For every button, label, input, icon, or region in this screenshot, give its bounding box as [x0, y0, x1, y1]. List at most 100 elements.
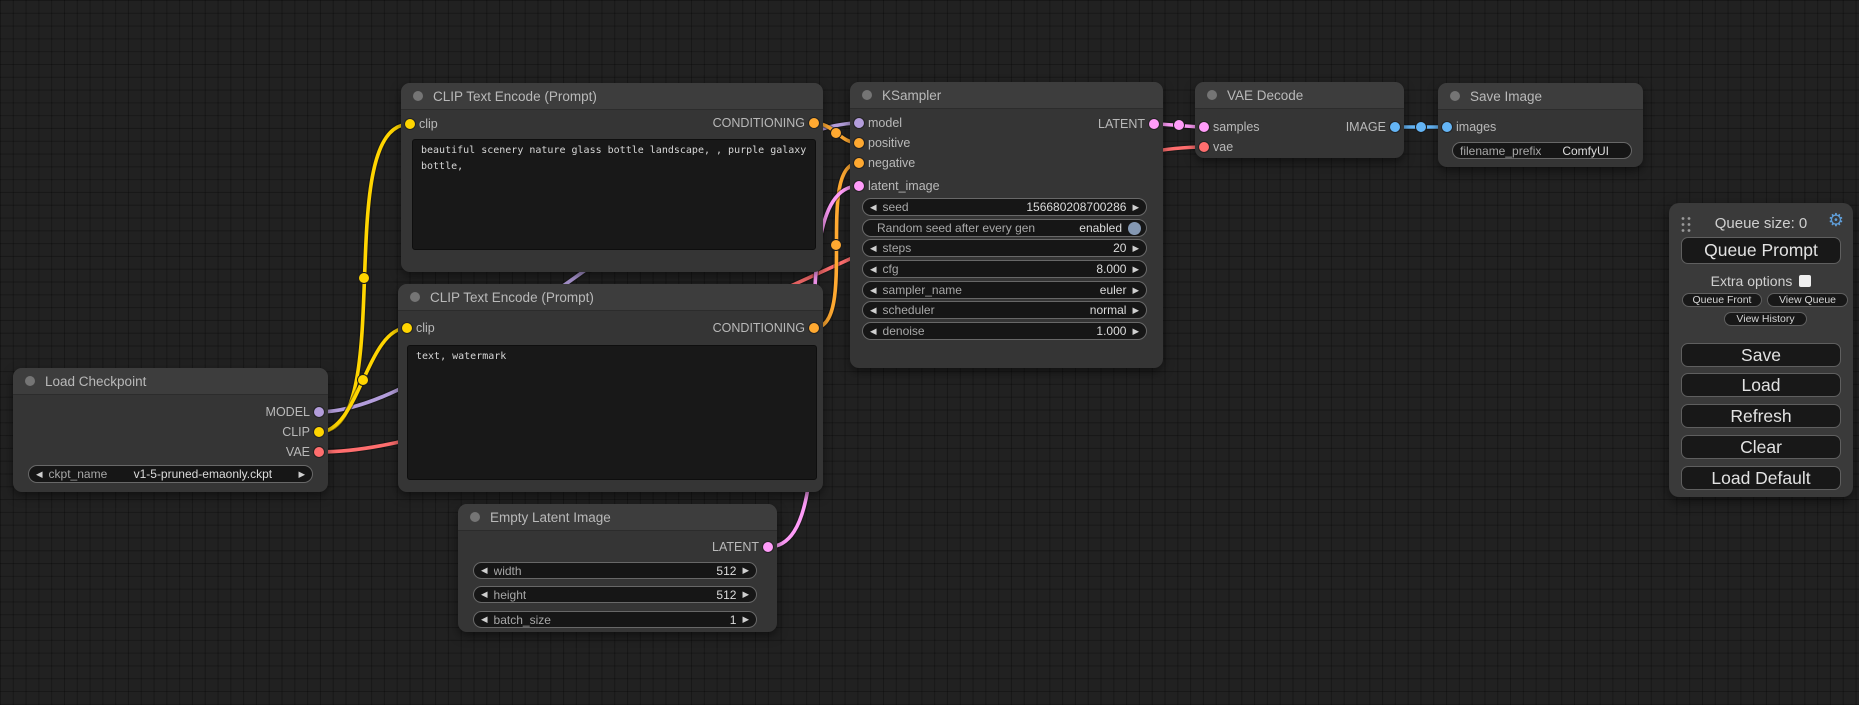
view-queue-button[interactable]: View Queue	[1767, 293, 1848, 307]
image-port-icon[interactable]	[1442, 122, 1452, 132]
scheduler-widget[interactable]: ◀ scheduler normal ▶	[862, 301, 1147, 319]
node-load-checkpoint[interactable]: Load Checkpoint MODEL CLIP VAE ◀ ckpt_na…	[13, 368, 328, 492]
arrow-right-icon[interactable]: ▶	[742, 615, 749, 624]
output-slot-image[interactable]: IMAGE	[1346, 120, 1404, 134]
queue-front-button[interactable]: Queue Front	[1682, 293, 1762, 307]
sampler-name-widget[interactable]: ◀ sampler_name euler ▶	[862, 281, 1147, 299]
arrow-left-icon[interactable]: ◀	[870, 244, 877, 253]
denoise-widget[interactable]: ◀ denoise 1.000 ▶	[862, 322, 1147, 340]
arrow-left-icon[interactable]: ◀	[481, 615, 488, 624]
arrow-right-icon[interactable]: ▶	[298, 470, 305, 479]
input-slot-negative[interactable]: negative	[850, 156, 915, 170]
input-slot-images[interactable]: images	[1438, 120, 1496, 134]
height-widget[interactable]: ◀ height 512 ▶	[473, 586, 757, 603]
extra-options-checkbox[interactable]	[1799, 275, 1811, 287]
cfg-widget[interactable]: ◀ cfg 8.000 ▶	[862, 260, 1147, 278]
arrow-right-icon[interactable]: ▶	[1132, 265, 1139, 274]
input-slot-clip[interactable]: clip	[401, 117, 438, 131]
arrow-left-icon[interactable]: ◀	[870, 306, 877, 315]
filename-prefix-widget[interactable]: filename_prefix ComfyUI	[1452, 142, 1632, 159]
node-graph-canvas[interactable]: Load Checkpoint MODEL CLIP VAE ◀ ckpt_na…	[0, 0, 1859, 705]
arrow-left-icon[interactable]: ◀	[870, 286, 877, 295]
arrow-left-icon[interactable]: ◀	[870, 265, 877, 274]
node-titlebar[interactable]: VAE Decode	[1195, 82, 1404, 109]
save-button[interactable]: Save	[1681, 343, 1841, 367]
node-empty-latent-image[interactable]: Empty Latent Image LATENT ◀ width 512 ▶ …	[458, 504, 777, 632]
latent-port-icon[interactable]	[1199, 122, 1209, 132]
collapse-dot-icon[interactable]	[413, 91, 423, 101]
load-default-button[interactable]: Load Default	[1681, 466, 1841, 490]
collapse-dot-icon[interactable]	[470, 512, 480, 522]
model-port-icon[interactable]	[314, 407, 324, 417]
latent-port-icon[interactable]	[763, 542, 773, 552]
prompt-textarea[interactable]: beautiful scenery nature glass bottle la…	[412, 139, 816, 250]
queue-prompt-button[interactable]: Queue Prompt	[1681, 237, 1841, 264]
arrow-left-icon[interactable]: ◀	[870, 327, 877, 336]
output-slot-clip[interactable]: CLIP	[282, 425, 328, 439]
latent-port-icon[interactable]	[1149, 119, 1159, 129]
conditioning-port-icon[interactable]	[854, 138, 864, 148]
arrow-right-icon[interactable]: ▶	[742, 590, 749, 599]
clear-button[interactable]: Clear	[1681, 435, 1841, 459]
input-slot-latent-image[interactable]: latent_image	[850, 179, 940, 193]
collapse-dot-icon[interactable]	[25, 376, 35, 386]
vae-port-icon[interactable]	[314, 447, 324, 457]
arrow-right-icon[interactable]: ▶	[1132, 203, 1139, 212]
ckpt-name-widget[interactable]: ◀ ckpt_name v1-5-pruned-emaonly.ckpt ▶	[28, 465, 313, 483]
clip-port-icon[interactable]	[405, 119, 415, 129]
arrow-right-icon[interactable]: ▶	[1132, 306, 1139, 315]
collapse-dot-icon[interactable]	[410, 292, 420, 302]
input-slot-vae[interactable]: vae	[1195, 140, 1233, 154]
node-save-image[interactable]: Save Image images filename_prefix ComfyU…	[1438, 83, 1643, 167]
node-vae-decode[interactable]: VAE Decode samples vae IMAGE	[1195, 82, 1404, 158]
prompt-textarea[interactable]: text, watermark	[407, 345, 817, 480]
output-slot-model[interactable]: MODEL	[266, 405, 328, 419]
vae-port-icon[interactable]	[1199, 142, 1209, 152]
arrow-left-icon[interactable]: ◀	[481, 566, 488, 575]
input-slot-positive[interactable]: positive	[850, 136, 910, 150]
node-clip-text-encode-2[interactable]: CLIP Text Encode (Prompt) clip CONDITION…	[398, 284, 823, 492]
node-titlebar[interactable]: Save Image	[1438, 83, 1643, 110]
batch-size-widget[interactable]: ◀ batch_size 1 ▶	[473, 611, 757, 628]
node-ksampler[interactable]: KSampler model positive negative latent_…	[850, 82, 1163, 368]
conditioning-port-icon[interactable]	[854, 158, 864, 168]
collapse-dot-icon[interactable]	[1450, 91, 1460, 101]
width-widget[interactable]: ◀ width 512 ▶	[473, 562, 757, 579]
collapse-dot-icon[interactable]	[1207, 90, 1217, 100]
output-slot-latent[interactable]: LATENT	[1098, 117, 1163, 131]
view-history-button[interactable]: View History	[1724, 312, 1807, 326]
random-seed-toggle-widget[interactable]: Random seed after every gen enabled	[862, 219, 1147, 237]
settings-gear-icon[interactable]: ⚙	[1828, 211, 1844, 229]
toggle-dot-icon[interactable]	[1128, 222, 1141, 235]
output-slot-conditioning[interactable]: CONDITIONING	[713, 116, 823, 130]
arrow-left-icon[interactable]: ◀	[36, 470, 43, 479]
output-slot-conditioning[interactable]: CONDITIONING	[713, 321, 823, 335]
latent-port-icon[interactable]	[854, 181, 864, 191]
node-titlebar[interactable]: Empty Latent Image	[458, 504, 777, 531]
output-slot-vae[interactable]: VAE	[286, 445, 328, 459]
input-slot-clip[interactable]: clip	[398, 321, 435, 335]
node-titlebar[interactable]: CLIP Text Encode (Prompt)	[398, 284, 823, 311]
image-port-icon[interactable]	[1390, 122, 1400, 132]
arrow-left-icon[interactable]: ◀	[481, 590, 488, 599]
node-titlebar[interactable]: Load Checkpoint	[13, 368, 328, 395]
input-slot-model[interactable]: model	[850, 116, 902, 130]
steps-widget[interactable]: ◀ steps 20 ▶	[862, 239, 1147, 257]
node-titlebar[interactable]: CLIP Text Encode (Prompt)	[401, 83, 823, 110]
conditioning-port-icon[interactable]	[809, 118, 819, 128]
node-clip-text-encode-1[interactable]: CLIP Text Encode (Prompt) clip CONDITION…	[401, 83, 823, 272]
collapse-dot-icon[interactable]	[862, 90, 872, 100]
model-port-icon[interactable]	[854, 118, 864, 128]
input-slot-samples[interactable]: samples	[1195, 120, 1260, 134]
output-slot-latent[interactable]: LATENT	[712, 540, 777, 554]
arrow-right-icon[interactable]: ▶	[1132, 327, 1139, 336]
arrow-right-icon[interactable]: ▶	[1132, 244, 1139, 253]
refresh-button[interactable]: Refresh	[1681, 404, 1841, 428]
arrow-right-icon[interactable]: ▶	[742, 566, 749, 575]
load-button[interactable]: Load	[1681, 373, 1841, 397]
seed-widget[interactable]: ◀ seed 156680208700286 ▶	[862, 198, 1147, 216]
clip-port-icon[interactable]	[314, 427, 324, 437]
node-titlebar[interactable]: KSampler	[850, 82, 1163, 109]
arrow-right-icon[interactable]: ▶	[1132, 286, 1139, 295]
arrow-left-icon[interactable]: ◀	[870, 203, 877, 212]
